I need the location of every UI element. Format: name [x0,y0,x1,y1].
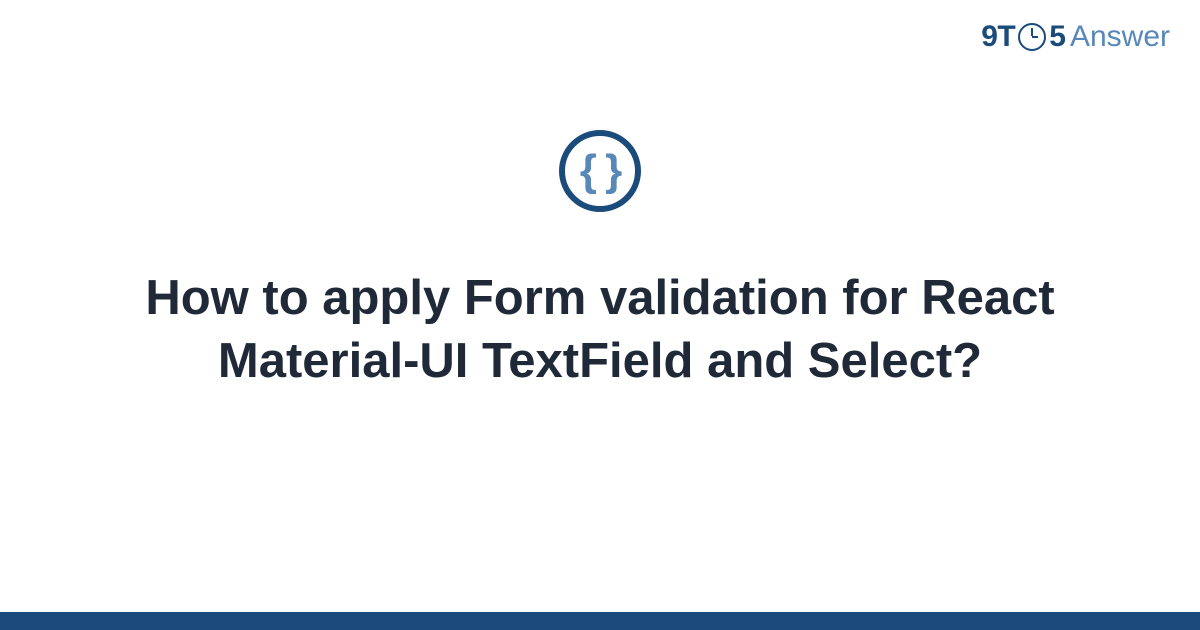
code-braces-icon: { } [580,149,620,193]
footer-accent-bar [0,612,1200,630]
question-title: How to apply Form validation for React M… [100,267,1100,392]
main-content: { } How to apply Form validation for Rea… [0,130,1200,392]
clock-icon [1018,23,1046,51]
logo-text-5: 5 [1049,20,1066,54]
logo-text-9t: 9T [981,20,1015,54]
logo-text-answer: Answer [1070,20,1170,54]
brand-logo[interactable]: 9T 5 Answer [981,20,1170,54]
category-icon-container: { } [559,130,641,212]
